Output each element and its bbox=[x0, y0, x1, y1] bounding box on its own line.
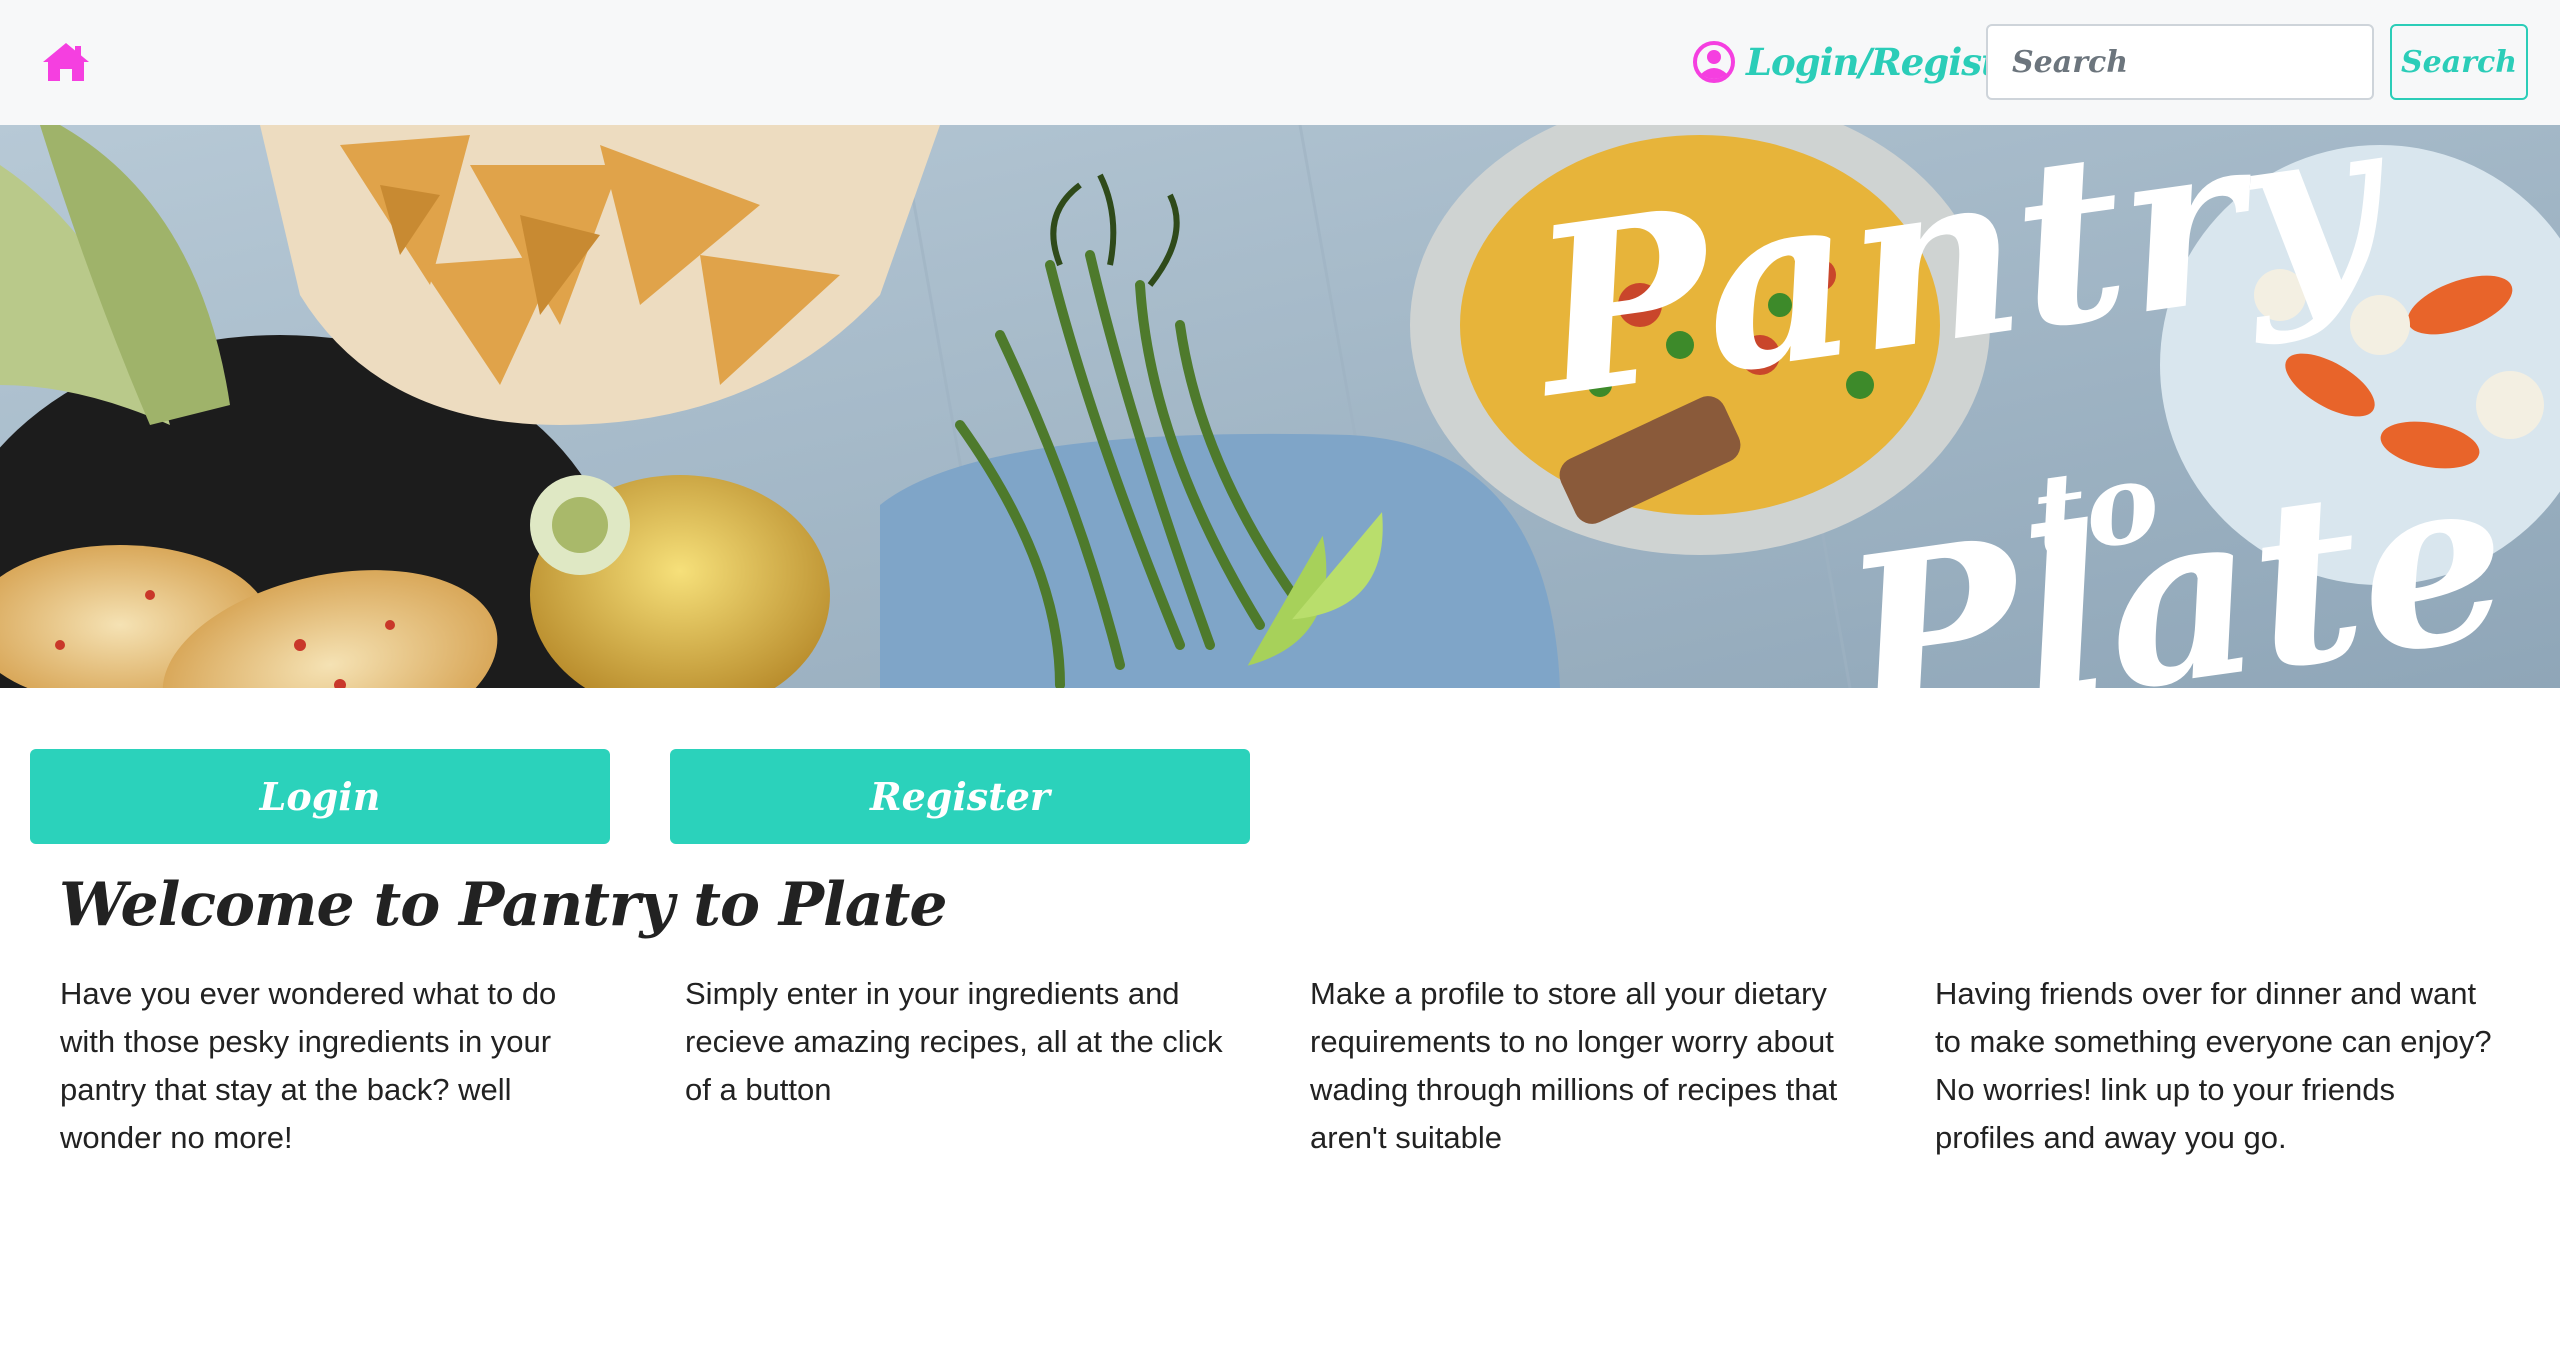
feature-text-ingredients: Simply enter in your ingredients and rec… bbox=[685, 976, 1223, 1107]
register-button[interactable]: Register bbox=[670, 749, 1250, 844]
search-button[interactable]: Search bbox=[2390, 24, 2528, 100]
hero-banner: Pantry to Plate bbox=[0, 125, 2560, 688]
home-icon bbox=[43, 43, 89, 81]
login-button[interactable]: Login bbox=[30, 749, 610, 844]
search-input[interactable] bbox=[1986, 24, 2374, 100]
feature-text-pantry: Have you ever wondered what to do with t… bbox=[60, 976, 557, 1155]
hero-food-image: Pantry to Plate bbox=[0, 125, 2560, 688]
feature-text-friends: Having friends over for dinner and want … bbox=[1935, 976, 2492, 1155]
home-button[interactable] bbox=[36, 34, 96, 90]
user-circle-icon bbox=[1692, 40, 1736, 84]
page-title: Welcome to Pantry to Plate bbox=[59, 870, 948, 940]
feature-text-profile: Make a profile to store all your dietary… bbox=[1310, 976, 1838, 1155]
navbar: Login/Register Search bbox=[0, 0, 2560, 125]
